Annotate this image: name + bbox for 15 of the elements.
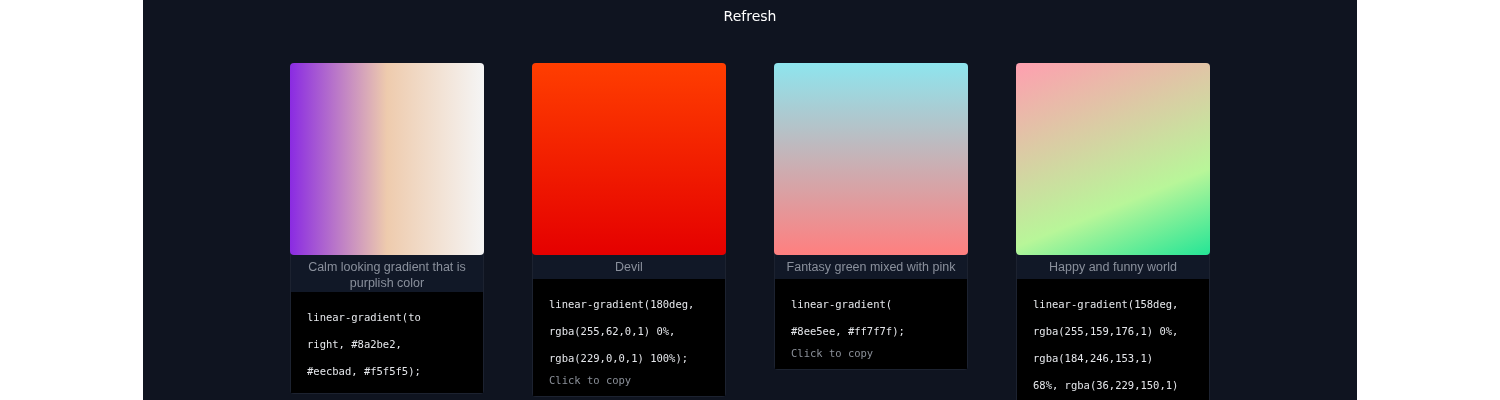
copy-hint[interactable]: Click to copy — [549, 372, 697, 388]
gradient-code: linear-gradient(158deg, rgba(255,159,176,1) 0%, rgba(184,246,153,1) 68%, rgba(36,229,150,1) — [1033, 297, 1180, 393]
gradient-caption: Devil — [614, 259, 644, 276]
code-block[interactable]: linear-gradient(to right, #8a2be2, #eecbad, #f5f5f5); — [291, 292, 483, 393]
gradient-caption: Calm looking gradient that is purplish color — [307, 259, 467, 292]
gradient-caption: Fantasy green mixed with pink — [785, 259, 957, 276]
gradient-caption: Happy and funny world — [1048, 259, 1178, 276]
gradient-code: linear-gradient(180deg, rgba(255,62,0,1) 0%, rgba(229,0,0,1) 100%); — [549, 297, 696, 366]
refresh-button[interactable]: Refresh — [717, 5, 783, 27]
code-block[interactable]: linear-gradient( #8ee5ee, #ff7f7f); Click to copy — [775, 279, 967, 369]
code-block[interactable]: linear-gradient(180deg, rgba(255,62,0,1) 0%, rgba(229,0,0,1) 100%); Click to copy — [533, 279, 725, 396]
gradient-code: linear-gradient( #8ee5ee, #ff7f7f); — [791, 297, 906, 339]
copy-hint[interactable]: Click to copy — [791, 345, 939, 361]
code-block[interactable]: linear-gradient(158deg, rgba(255,159,176,1) 0%, rgba(184,246,153,1) 68%, rgba(36,229,150,1) — [1017, 279, 1209, 400]
gradient-code: linear-gradient(to right, #8a2be2, #eecbad, #f5f5f5); — [307, 310, 422, 379]
